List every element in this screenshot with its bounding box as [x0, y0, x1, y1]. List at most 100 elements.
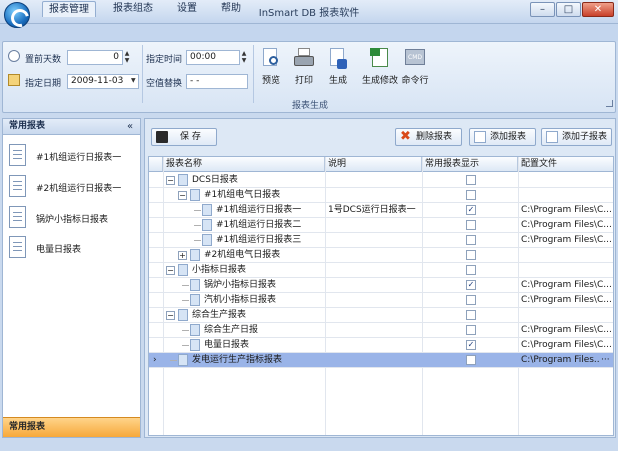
report-name-cell[interactable]: 小指标日报表	[192, 263, 323, 278]
description-cell[interactable]	[328, 308, 420, 323]
config-file-cell[interactable]	[521, 188, 613, 203]
frequent-report-checkbox[interactable]	[466, 295, 476, 305]
config-file-cell[interactable]: C:\Program Files...	[521, 353, 599, 368]
close-button[interactable]: ✕	[582, 2, 614, 17]
frequent-report-checkbox[interactable]	[466, 190, 476, 200]
report-name-cell[interactable]: 汽机小指标日报表	[204, 293, 323, 308]
fixed-time-spinner[interactable]: ▲ ▼	[240, 50, 248, 65]
config-file-cell[interactable]	[521, 173, 613, 188]
left-panel-footer-tab[interactable]: 常用报表	[3, 417, 140, 437]
expand-icon[interactable]: +	[178, 251, 187, 260]
table-row[interactable]: + #2机组电气日报表	[149, 248, 613, 263]
frequent-report-checkbox[interactable]: ✓	[466, 340, 476, 350]
config-file-cell[interactable]: C:\Program Files\C...	[521, 323, 613, 338]
column-header-config-file[interactable]: 配置文件	[518, 157, 613, 172]
left-item-boiler-daily[interactable]: 锅炉小指标日报表	[9, 206, 137, 232]
config-file-cell[interactable]: C:\Program Files\C...	[521, 293, 613, 308]
dialog-launcher-icon[interactable]	[606, 100, 613, 107]
description-cell[interactable]	[328, 188, 420, 203]
table-row[interactable]: − 小指标日报表	[149, 263, 613, 278]
tab-settings[interactable]: 设置	[171, 1, 203, 17]
days-ahead-spinner[interactable]: ▲ ▼	[123, 50, 131, 65]
frequent-report-checkbox[interactable]	[466, 355, 476, 365]
table-row[interactable]: 汽机小指标日报表 C:\Program Files\C...	[149, 293, 613, 308]
report-name-cell[interactable]: DCS日报表	[192, 173, 323, 188]
table-row[interactable]: 发电运行生产指标报表 C:\Program Files... ··· ›	[149, 353, 613, 368]
table-row[interactable]: #1机组运行日报表一 1号DCS运行日报表一 ✓ C:\Program Files\C…	[149, 203, 613, 218]
fixed-date-picker[interactable]: 2009-11-03	[67, 74, 139, 89]
report-name-cell[interactable]: #1机组运行日报表二	[216, 218, 323, 233]
description-cell[interactable]: 1号DCS运行日报表一	[328, 203, 420, 218]
report-name-cell[interactable]: 综合生产报表	[192, 308, 323, 323]
config-file-cell[interactable]: C:\Program Files\C...	[521, 338, 613, 353]
left-item-power-daily[interactable]: 电量日报表	[9, 236, 137, 262]
fixed-time-input[interactable]: 00:00	[186, 50, 240, 65]
report-name-cell[interactable]: #1机组运行日报表三	[216, 233, 323, 248]
config-file-cell[interactable]	[521, 248, 613, 263]
report-name-cell[interactable]: 发电运行生产指标报表	[192, 353, 323, 368]
browse-file-button[interactable]: ···	[601, 353, 613, 368]
report-name-cell[interactable]: 电量日报表	[204, 338, 323, 353]
frequent-report-checkbox[interactable]	[466, 220, 476, 230]
table-row[interactable]: − DCS日报表	[149, 173, 613, 188]
description-cell[interactable]	[328, 293, 420, 308]
report-name-cell[interactable]: #1机组运行日报表一	[216, 203, 323, 218]
report-name-cell[interactable]: 综合生产日报	[204, 323, 323, 338]
config-file-cell[interactable]: C:\Program Files\C...	[521, 203, 613, 218]
description-cell[interactable]	[328, 353, 420, 368]
save-button[interactable]: 保 存	[151, 128, 217, 146]
table-row[interactable]: 电量日报表 ✓ C:\Program Files\C...	[149, 338, 613, 353]
minimize-button[interactable]: –	[530, 2, 555, 17]
description-cell[interactable]	[328, 233, 420, 248]
description-cell[interactable]	[328, 263, 420, 278]
tab-report-management[interactable]: 报表管理	[42, 1, 96, 17]
description-cell[interactable]	[328, 338, 420, 353]
command-line-button[interactable]: CMD 命令行	[401, 47, 429, 97]
maximize-button[interactable]: □	[556, 2, 581, 17]
column-header-description[interactable]: 说明	[325, 157, 422, 172]
table-row[interactable]: #1机组运行日报表二 C:\Program Files\C...	[149, 218, 613, 233]
collapse-tree-icon[interactable]: −	[166, 266, 175, 275]
frequent-report-checkbox[interactable]	[466, 175, 476, 185]
frequent-report-checkbox[interactable]	[466, 310, 476, 320]
config-file-cell[interactable]: C:\Program Files\C...	[521, 233, 613, 248]
config-file-cell[interactable]: C:\Program Files\C...	[521, 278, 613, 293]
table-row[interactable]: 综合生产日报 C:\Program Files\C...	[149, 323, 613, 338]
config-file-cell[interactable]	[521, 263, 613, 278]
frequent-report-checkbox[interactable]	[466, 250, 476, 260]
description-cell[interactable]	[328, 323, 420, 338]
config-file-cell[interactable]	[521, 308, 613, 323]
description-cell[interactable]	[328, 218, 420, 233]
table-row[interactable]: 锅炉小指标日报表 ✓ C:\Program Files\C...	[149, 278, 613, 293]
days-ahead-input[interactable]: 0	[67, 50, 123, 65]
report-name-cell[interactable]: #2机组电气日报表	[204, 248, 323, 263]
report-name-cell[interactable]: #1机组电气日报表	[204, 188, 323, 203]
description-cell[interactable]	[328, 248, 420, 263]
column-header-frequent[interactable]: 常用报表显示	[422, 157, 518, 172]
collapse-tree-icon[interactable]: −	[178, 191, 187, 200]
app-logo-icon[interactable]	[4, 2, 30, 28]
generate-button[interactable]: 生成	[323, 47, 353, 97]
collapse-tree-icon[interactable]: −	[166, 176, 175, 185]
description-cell[interactable]	[328, 278, 420, 293]
generate-modify-button[interactable]: 生成修改	[361, 47, 399, 97]
tab-report-config[interactable]: 报表组态	[107, 1, 159, 17]
tab-help[interactable]: 帮助	[215, 1, 247, 17]
frequent-report-checkbox[interactable]: ✓	[466, 280, 476, 290]
table-row[interactable]: − #1机组电气日报表	[149, 188, 613, 203]
table-row[interactable]: #1机组运行日报表三 C:\Program Files\C...	[149, 233, 613, 248]
frequent-report-checkbox[interactable]: ✓	[466, 205, 476, 215]
config-file-cell[interactable]: C:\Program Files\C...	[521, 218, 613, 233]
frequent-report-checkbox[interactable]	[466, 265, 476, 275]
chevron-down-icon[interactable]: ▼	[131, 77, 136, 84]
column-header-name[interactable]: 报表名称	[163, 157, 325, 172]
print-button[interactable]: 打印	[289, 47, 319, 97]
frequent-report-checkbox[interactable]	[466, 235, 476, 245]
add-report-button[interactable]: 添加报表	[469, 128, 536, 146]
null-replace-input[interactable]: - -	[186, 74, 248, 89]
collapse-tree-icon[interactable]: −	[166, 311, 175, 320]
report-name-cell[interactable]: 锅炉小指标日报表	[204, 278, 323, 293]
left-item-unit2-daily[interactable]: #2机组运行日报表一	[9, 175, 137, 201]
description-cell[interactable]	[328, 173, 420, 188]
left-item-unit1-daily[interactable]: #1机组运行日报表一	[9, 144, 137, 170]
